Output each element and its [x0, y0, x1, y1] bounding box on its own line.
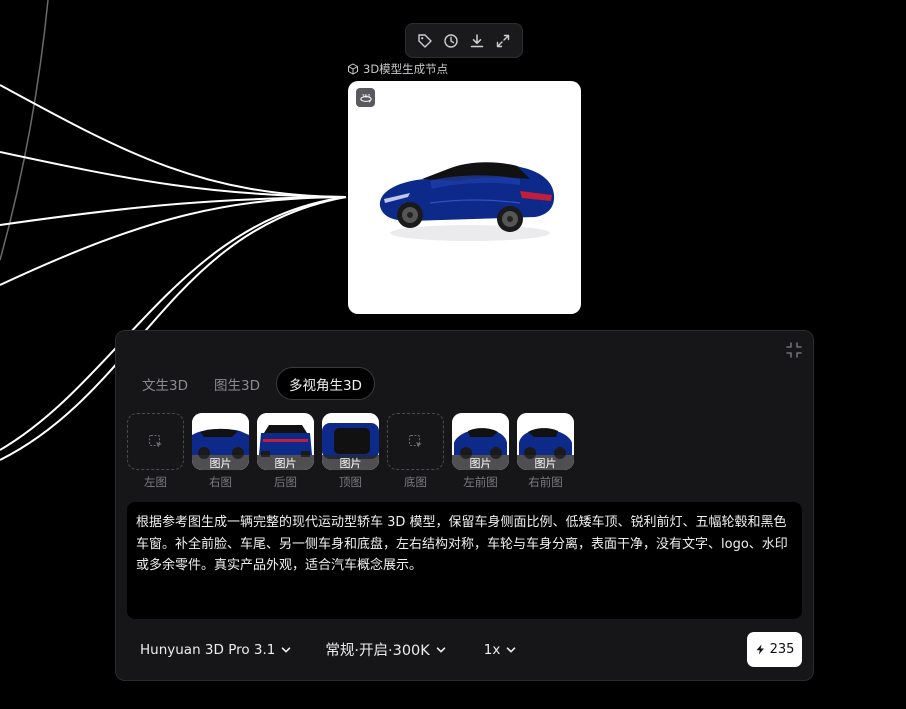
- chevron-down-icon: [436, 646, 446, 652]
- cube-icon: [348, 63, 358, 75]
- thumbnail-front-left[interactable]: 图片: [452, 413, 509, 470]
- thumbnail-tag: 图片: [322, 455, 379, 470]
- lightning-icon: [756, 644, 764, 655]
- chevron-down-icon: [282, 646, 291, 652]
- model-select[interactable]: Hunyuan 3D Pro 3.1: [128, 635, 303, 665]
- tag-button[interactable]: [414, 30, 436, 52]
- collapse-button[interactable]: [785, 341, 803, 359]
- view-slots: 左图 图片 右图 图片 后图 图片 顶图 底图 图片 左前图 图片 右前图: [127, 413, 574, 490]
- view-slot-bottom: 底图: [387, 413, 444, 490]
- thumbnail-tag: 图片: [257, 455, 314, 470]
- generate-button[interactable]: 235: [747, 632, 802, 667]
- view-label: 顶图: [339, 475, 362, 489]
- download-button[interactable]: [466, 30, 488, 52]
- node-title: 3D模型生成节点: [347, 61, 448, 77]
- thumbnail-tag: 图片: [517, 455, 574, 470]
- view-slot-right: 图片 右图: [192, 413, 249, 490]
- expand-icon: [496, 34, 510, 47]
- thumbnail-front-right[interactable]: 图片: [517, 413, 574, 470]
- history-icon: [444, 33, 458, 48]
- generation-controls: Hunyuan 3D Pro 3.1 常规·开启·300K 1x 235: [128, 631, 802, 668]
- view-label: 后图: [274, 475, 297, 489]
- rotate-360-icon: 360: [359, 93, 372, 103]
- thumbnail-right[interactable]: 图片: [192, 413, 249, 470]
- tab-text-to-3d[interactable]: 文生3D: [132, 367, 198, 400]
- prompt-text[interactable]: 根据参考图生成一辆完整的现代运动型轿车 3D 模型，保留车身侧面比例、低矮车顶、…: [136, 512, 793, 577]
- tag-icon: [418, 33, 432, 48]
- chevron-down-icon: [507, 646, 516, 652]
- model-select-value: Hunyuan 3D Pro 3.1: [140, 641, 276, 658]
- quality-select-value: 常规·开启·300K: [325, 643, 430, 659]
- upload-image-icon: [408, 434, 422, 447]
- rotate-360-badge[interactable]: 360: [356, 88, 375, 107]
- thumbnail-top[interactable]: 图片: [322, 413, 379, 470]
- wire: [0, 84, 347, 198]
- history-button[interactable]: [440, 30, 462, 52]
- thumbnail-back[interactable]: 图片: [257, 413, 314, 470]
- view-slot-top: 图片 顶图: [322, 413, 379, 490]
- multiplier-select[interactable]: 1x: [472, 635, 529, 665]
- download-icon: [470, 33, 484, 47]
- view-label: 右图: [209, 475, 232, 489]
- expand-button[interactable]: [492, 30, 514, 52]
- generation-panel: 文生3D 图生3D 多视角生3D 左图 图片 右图 图片 后图 图片 顶图 底图…: [115, 330, 814, 681]
- view-label: 底图: [404, 475, 427, 489]
- multiplier-select-value: 1x: [483, 641, 501, 658]
- upload-image-icon: [148, 434, 162, 447]
- model-preview-card[interactable]: 360: [348, 81, 581, 314]
- tab-multiview-to-3d[interactable]: 多视角生3D: [275, 367, 375, 400]
- view-slot-left: 左图: [127, 413, 184, 490]
- view-slot-front-left: 图片 左前图: [452, 413, 509, 490]
- prompt-input[interactable]: 根据参考图生成一辆完整的现代运动型轿车 3D 模型，保留车身侧面比例、低矮车顶、…: [127, 502, 802, 619]
- car-model-render: [379, 162, 555, 241]
- view-label: 左图: [144, 475, 167, 489]
- collapse-icon: [786, 342, 802, 358]
- canvas[interactable]: 3D模型生成节点 360 文生3D 图生3D 多视角生3D 左图 图片 右图 图…: [0, 0, 906, 709]
- node-title-label: 3D模型生成节点: [363, 62, 449, 76]
- view-label: 左前图: [463, 475, 498, 489]
- upload-slot-bottom[interactable]: [387, 413, 444, 470]
- thumbnail-tag: 图片: [192, 455, 249, 470]
- mode-tabs: 文生3D 图生3D 多视角生3D: [132, 367, 375, 400]
- wire: [0, 151, 347, 198]
- node-toolbar: [405, 23, 523, 58]
- svg-text:360: 360: [361, 93, 370, 99]
- tab-image-to-3d[interactable]: 图生3D: [204, 367, 270, 400]
- view-label: 右前图: [528, 475, 563, 489]
- quality-select[interactable]: 常规·开启·300K: [313, 635, 457, 665]
- view-slot-front-right: 图片 右前图: [517, 413, 574, 490]
- view-slot-back: 图片 后图: [257, 413, 314, 490]
- upload-slot-left[interactable]: [127, 413, 184, 470]
- credit-cost: 235: [769, 642, 795, 657]
- thumbnail-tag: 图片: [452, 455, 509, 470]
